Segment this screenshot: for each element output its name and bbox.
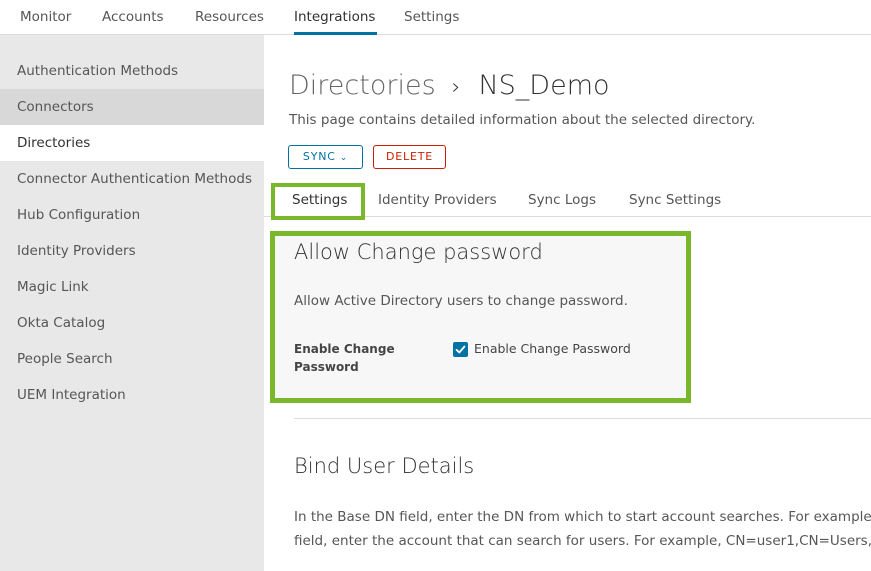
nav-tab-monitor[interactable]: Monitor xyxy=(20,0,73,35)
sidebar-item-hub-configuration[interactable]: Hub Configuration xyxy=(0,197,264,233)
sidebar-item-people-search[interactable]: People Search xyxy=(0,341,264,377)
sidebar-item-okta-catalog[interactable]: Okta Catalog xyxy=(0,305,264,341)
sidebar: Authentication Methods Connectors Direct… xyxy=(0,35,264,571)
nav-tab-integrations[interactable]: Integrations xyxy=(294,0,377,35)
delete-button[interactable]: DELETE xyxy=(373,145,446,169)
sidebar-item-directories[interactable]: Directories xyxy=(0,125,264,161)
bind-user-text-line2: field, enter the account that can search… xyxy=(294,533,871,549)
sync-button[interactable]: SYNC ⌄ xyxy=(288,145,363,169)
breadcrumb-separator-icon: › xyxy=(451,75,461,100)
bind-user-text-line1: In the Base DN field, enter the DN from … xyxy=(294,509,871,525)
settings-tab-highlight xyxy=(271,183,365,220)
change-password-highlight xyxy=(270,231,691,403)
tab-identity-providers[interactable]: Identity Providers xyxy=(378,181,497,217)
bind-user-details-text: In the Base DN field, enter the DN from … xyxy=(294,505,871,553)
tab-sync-logs[interactable]: Sync Logs xyxy=(528,181,596,217)
breadcrumb-directories-link[interactable]: Directories xyxy=(289,70,436,101)
nav-tab-resources[interactable]: Resources xyxy=(195,0,265,35)
sidebar-item-uem-integration[interactable]: UEM Integration xyxy=(0,377,264,413)
sync-button-label: SYNC xyxy=(302,150,336,163)
nav-tab-accounts[interactable]: Accounts xyxy=(102,0,165,35)
page-title: NS_Demo xyxy=(478,70,610,101)
page-description: This page contains detailed information … xyxy=(289,112,756,128)
sidebar-item-identity-providers[interactable]: Identity Providers xyxy=(0,233,264,269)
sidebar-item-magic-link[interactable]: Magic Link xyxy=(0,269,264,305)
top-navigation: Monitor Accounts Resources Integrations … xyxy=(0,0,871,35)
chevron-down-icon: ⌄ xyxy=(339,153,349,163)
nav-tab-settings[interactable]: Settings xyxy=(404,0,460,35)
section-divider xyxy=(294,418,871,419)
sidebar-item-authentication-methods[interactable]: Authentication Methods xyxy=(0,53,264,89)
bind-user-details-title: Bind User Details xyxy=(294,454,475,478)
breadcrumb: Directories › NS_Demo xyxy=(289,69,610,105)
sidebar-item-connector-authentication-methods[interactable]: Connector Authentication Methods xyxy=(0,161,264,197)
sidebar-item-connectors[interactable]: Connectors xyxy=(0,89,264,125)
tab-sync-settings[interactable]: Sync Settings xyxy=(629,181,721,217)
main-content: Directories › NS_Demo This page contains d… xyxy=(264,35,871,571)
